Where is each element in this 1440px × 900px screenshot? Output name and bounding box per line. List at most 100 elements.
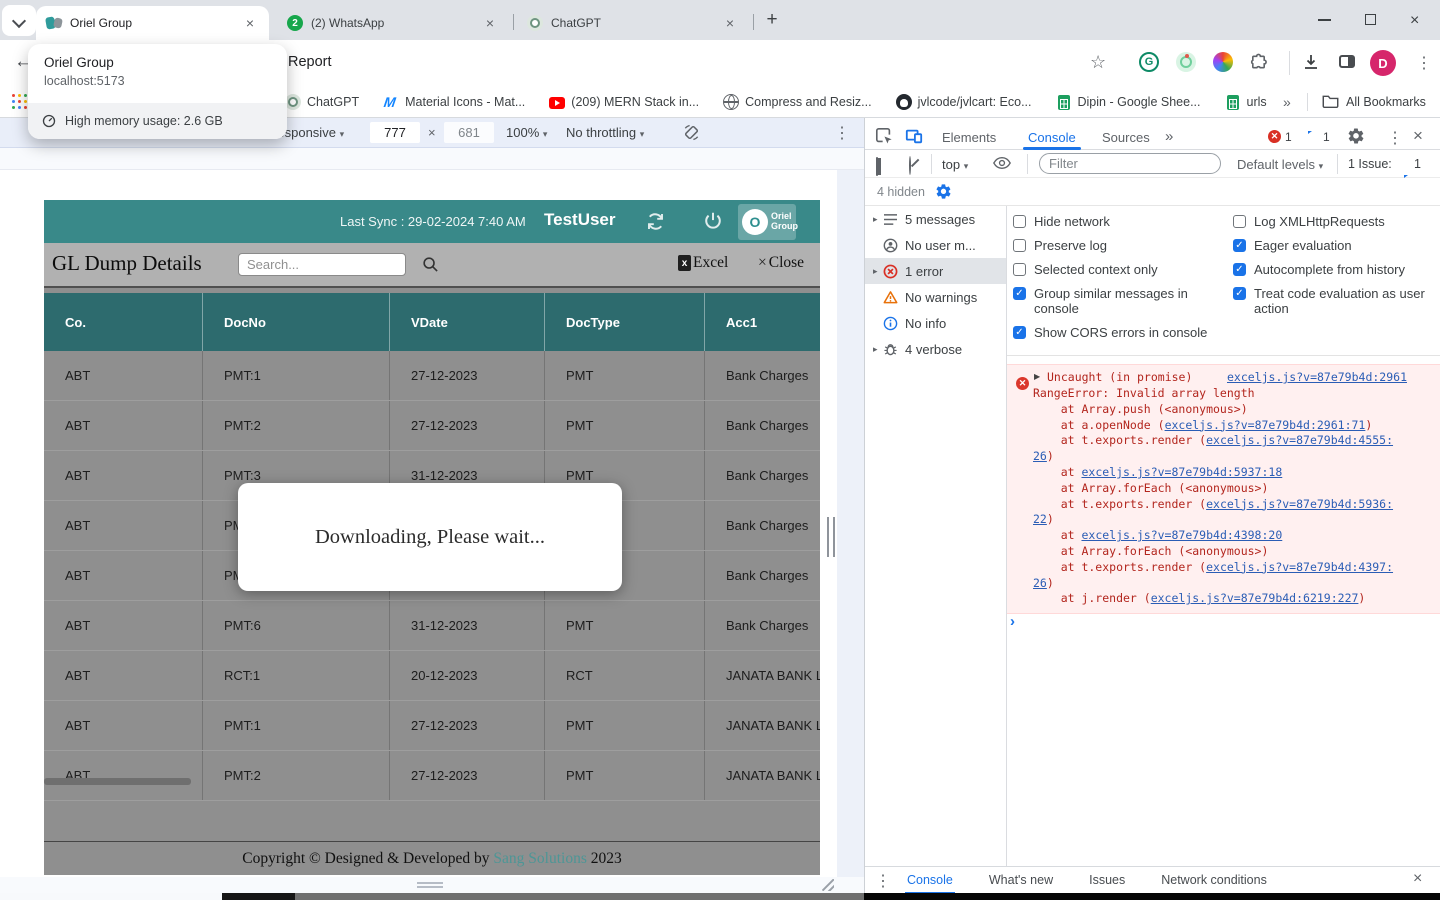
address-bar-text[interactable]: Report — [288, 54, 332, 70]
console-prompt-chevron[interactable]: › — [1010, 613, 1015, 630]
clear-console-icon[interactable] — [909, 156, 911, 175]
inspect-element-icon[interactable] — [875, 127, 893, 150]
search-icon[interactable] — [422, 256, 439, 278]
bookmarks-overflow-icon[interactable]: » — [1283, 94, 1291, 110]
column-header[interactable]: DocNo — [203, 293, 390, 351]
vertical-scrollbar-thumb[interactable] — [827, 517, 835, 557]
context-select[interactable]: top ▾ — [942, 157, 968, 172]
column-header[interactable]: VDate — [390, 293, 545, 351]
zoom-select[interactable]: 100% ▾ — [506, 125, 547, 140]
expand-triangle-icon[interactable]: ▶ — [1034, 372, 1040, 381]
checkbox-checked-icon[interactable]: ✓ — [1233, 263, 1246, 276]
tab-search-button[interactable] — [2, 5, 36, 36]
downloads-icon[interactable] — [1301, 52, 1321, 77]
drawer-close-icon[interactable]: × — [1413, 870, 1422, 888]
bookmark-item[interactable]: Dipin - Google Shee... — [1056, 95, 1201, 110]
bookmark-star-icon[interactable]: ☆ — [1090, 52, 1106, 73]
viewport-drag-handle[interactable] — [417, 882, 443, 884]
checkbox-unchecked-icon[interactable] — [1013, 239, 1026, 252]
expand-arrow-icon[interactable]: ▸ — [873, 344, 883, 355]
all-bookmarks-button[interactable]: All Bookmarks — [1346, 95, 1426, 109]
devtools-tab-elements[interactable]: Elements — [942, 130, 996, 145]
checkbox-checked-icon[interactable]: ✓ — [1013, 287, 1026, 300]
drawer-tab-issues[interactable]: Issues — [1087, 867, 1127, 894]
console-sidebar-item[interactable]: ▸1 error — [865, 258, 1006, 284]
window-minimize-button[interactable] — [1318, 19, 1331, 21]
settings-checkbox-row[interactable]: ✓Autocomplete from history — [1233, 262, 1438, 277]
window-close-button[interactable]: × — [1410, 12, 1419, 30]
throttling-select[interactable]: No throttling ▾ — [566, 125, 644, 140]
console-sidebar-item[interactable]: No warnings — [865, 284, 1006, 310]
bookmark-item[interactable]: Compress and Resiz... — [723, 94, 871, 110]
tab-close-icon[interactable]: × — [481, 14, 499, 32]
settings-checkbox-row[interactable]: Selected context only — [1013, 262, 1225, 277]
checkbox-unchecked-icon[interactable] — [1013, 263, 1026, 276]
checkbox-checked-icon[interactable]: ✓ — [1233, 287, 1246, 300]
close-report-button[interactable]: × Close — [758, 254, 804, 272]
horizontal-scrollbar-thumb[interactable] — [44, 778, 191, 785]
stack-source-link[interactable]: exceljs.js?v=87e79b4d:5936: — [1206, 497, 1393, 511]
tab-close-icon[interactable]: × — [721, 14, 739, 32]
table-row[interactable]: ABTPMT:227-12-2023PMTBank Charges — [44, 401, 820, 451]
stack-source-link[interactable]: exceljs.js?v=87e79b4d:4555: — [1206, 433, 1393, 447]
drawer-menu-icon[interactable]: ⋮ — [875, 871, 891, 891]
drawer-tab-network-conditions[interactable]: Network conditions — [1159, 867, 1269, 894]
console-sidebar-item[interactable]: No user m... — [865, 232, 1006, 258]
stack-source-link[interactable]: 22 — [1033, 512, 1047, 526]
search-input[interactable] — [238, 253, 406, 276]
device-toolbar-toggle-icon[interactable] — [905, 127, 923, 150]
devtools-close-icon[interactable]: × — [1413, 126, 1423, 146]
settings-checkbox-row[interactable]: Hide network — [1013, 214, 1225, 229]
table-row[interactable]: ABTPMT:127-12-2023PMTJANATA BANK LIM — [44, 701, 820, 751]
bookmark-item[interactable]: Material Icons - Mat... — [383, 94, 525, 110]
bookmark-item[interactable]: urls — [1225, 95, 1267, 110]
grammarly-extension-icon[interactable]: G — [1139, 52, 1159, 72]
settings-checkbox-row[interactable]: Log XMLHttpRequests — [1233, 214, 1438, 229]
console-filter-input[interactable] — [1039, 153, 1221, 174]
more-tabs-icon[interactable]: » — [1165, 128, 1173, 145]
stack-source-link[interactable]: exceljs.js?v=87e79b4d:4398:20 — [1081, 528, 1282, 542]
browser-tab-oriel[interactable]: Oriel Group × — [36, 6, 269, 40]
settings-checkbox-row[interactable]: ✓Show CORS errors in console — [1013, 325, 1225, 340]
rotate-viewport-icon[interactable] — [682, 123, 701, 147]
viewport-resize-handle[interactable] — [822, 879, 834, 891]
new-tab-button[interactable]: + — [760, 8, 784, 32]
table-row[interactable]: ABTPMT:631-12-2023PMTBank Charges — [44, 601, 820, 651]
bookmark-item[interactable]: ChatGPT — [285, 94, 359, 110]
devtools-tab-console[interactable]: Console — [1028, 130, 1076, 145]
bookmark-item[interactable]: jvlcode/jvlcart: Eco... — [896, 94, 1032, 110]
browser-tab-whatsapp[interactable]: (2) WhatsApp × — [277, 6, 509, 40]
stack-source-link[interactable]: exceljs.js?v=87e79b4d:6219:227 — [1151, 591, 1359, 605]
footer-link[interactable]: Sang Solutions — [493, 850, 586, 867]
devtools-menu-icon[interactable]: ⋮ — [1387, 128, 1403, 148]
profile-avatar[interactable]: D — [1370, 50, 1396, 76]
apps-grid-icon[interactable] — [12, 94, 29, 111]
power-logout-icon[interactable] — [702, 210, 724, 237]
stack-source-link[interactable]: exceljs.js?v=87e79b4d:4397: — [1206, 560, 1393, 574]
column-header[interactable]: Acc1 — [705, 293, 820, 351]
table-row[interactable]: ABTRCT:120-12-2023RCTJANATA BANK LIM — [44, 651, 820, 701]
live-expression-eye-icon[interactable] — [993, 156, 1011, 175]
console-settings-gear-icon[interactable] — [935, 183, 952, 205]
drawer-tab-what-s-new[interactable]: What's new — [987, 867, 1055, 894]
settings-checkbox-row[interactable]: Preserve log — [1013, 238, 1225, 253]
table-row[interactable]: ABTPMT:227-12-2023PMTJANATA BANK LIM — [44, 751, 820, 801]
devtools-tab-sources[interactable]: Sources — [1102, 130, 1150, 145]
checkbox-checked-icon[interactable]: ✓ — [1013, 326, 1026, 339]
stack-source-link[interactable]: exceljs.js?v=87e79b4d:2961:71 — [1165, 418, 1366, 432]
checkbox-unchecked-icon[interactable] — [1233, 215, 1246, 228]
checkbox-checked-icon[interactable]: ✓ — [1233, 239, 1246, 252]
bookmark-item[interactable]: (209) MERN Stack in... — [549, 95, 699, 109]
stack-source-link[interactable]: exceljs.js?v=87e79b4d:5937:18 — [1081, 465, 1282, 479]
table-row[interactable]: ABTPMT:127-12-2023PMTBank Charges — [44, 351, 820, 401]
console-sidebar-toggle-icon[interactable] — [876, 157, 878, 176]
excel-export-button[interactable]: x Excel — [678, 254, 728, 272]
console-sidebar-item[interactable]: ▸5 messages — [865, 206, 1006, 232]
browser-menu-icon[interactable]: ⋮ — [1416, 53, 1432, 73]
colorwheel-extension-icon[interactable] — [1213, 52, 1233, 72]
error-source-link[interactable]: exceljs.js?v=87e79b4d:2961 — [1227, 370, 1407, 386]
settings-checkbox-row[interactable]: ✓Group similar messages in console — [1013, 286, 1225, 316]
device-toolbar-menu-icon[interactable]: ⋮ — [834, 123, 850, 143]
expand-arrow-icon[interactable]: ▸ — [873, 214, 883, 225]
checkbox-unchecked-icon[interactable] — [1013, 215, 1026, 228]
